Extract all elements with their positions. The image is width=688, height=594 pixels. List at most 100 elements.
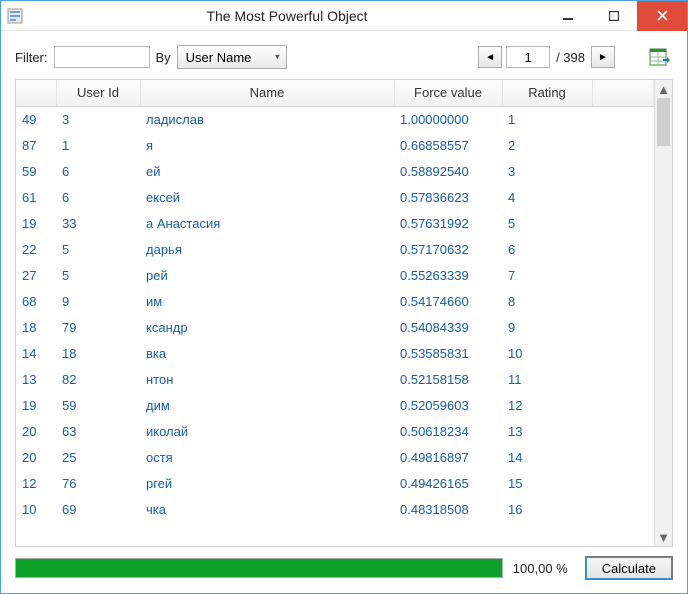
- next-page-button[interactable]: ►: [591, 46, 615, 68]
- cell-force: 0.54174660: [394, 288, 502, 314]
- cell-force: 0.53585831: [394, 340, 502, 366]
- cell-force: 0.57170632: [394, 236, 502, 262]
- cell-empty: [592, 496, 654, 522]
- titlebar[interactable]: The Most Powerful Object: [1, 1, 687, 31]
- cell-empty: [592, 418, 654, 444]
- pager: ◄ / 398 ►: [478, 46, 615, 68]
- minimize-icon: [563, 11, 573, 21]
- table-row[interactable]: 2063иколай0.5061823413: [16, 418, 654, 444]
- table-row[interactable]: 493ладислав1.000000001: [16, 106, 654, 132]
- cell-empty: [592, 262, 654, 288]
- cell-userid: 76: [56, 470, 140, 496]
- table-row[interactable]: 1933а Анастасия0.576319925: [16, 210, 654, 236]
- cell-force: 0.57631992: [394, 210, 502, 236]
- cell-name: рей: [140, 262, 394, 288]
- cell-empty: [592, 392, 654, 418]
- table-row[interactable]: 616ексей0.578366234: [16, 184, 654, 210]
- cell-userid: 3: [56, 106, 140, 132]
- cell-force: 0.52158158: [394, 366, 502, 392]
- cell-force: 0.55263339: [394, 262, 502, 288]
- col-header-index[interactable]: [16, 80, 56, 106]
- cell-name: ладислав: [140, 106, 394, 132]
- cell-empty: [592, 236, 654, 262]
- cell-index: 68: [16, 288, 56, 314]
- filter-input[interactable]: [54, 46, 150, 68]
- cell-name: нтон: [140, 366, 394, 392]
- cell-userid: 69: [56, 496, 140, 522]
- arrow-left-icon: ◄: [485, 52, 495, 63]
- cell-empty: [592, 158, 654, 184]
- table-row[interactable]: 871я0.668585572: [16, 132, 654, 158]
- maximize-button[interactable]: [591, 1, 637, 31]
- cell-userid: 82: [56, 366, 140, 392]
- scrollbar-track[interactable]: [655, 98, 672, 528]
- content-area: Filter: By User Name ▾ ◄ / 398 ►: [1, 31, 687, 593]
- cell-index: 13: [16, 366, 56, 392]
- table-row[interactable]: 1069чка0.4831850816: [16, 496, 654, 522]
- table-row[interactable]: 1418вка0.5358583110: [16, 340, 654, 366]
- col-header-userid[interactable]: User Id: [56, 80, 140, 106]
- cell-index: 18: [16, 314, 56, 340]
- cell-name: я: [140, 132, 394, 158]
- table-row[interactable]: 596ей0.588925403: [16, 158, 654, 184]
- col-header-force[interactable]: Force value: [394, 80, 502, 106]
- cell-name: им: [140, 288, 394, 314]
- table-header-row: User Id Name Force value Rating: [16, 80, 654, 106]
- by-label: By: [156, 50, 171, 65]
- cell-name: остя: [140, 444, 394, 470]
- table-row[interactable]: 1276ргей0.4942616515: [16, 470, 654, 496]
- cell-userid: 6: [56, 158, 140, 184]
- close-icon: [657, 10, 668, 21]
- table-row[interactable]: 1959дим0.5205960312: [16, 392, 654, 418]
- cell-force: 0.58892540: [394, 158, 502, 184]
- chevron-down-icon: ▼: [657, 530, 670, 545]
- cell-userid: 9: [56, 288, 140, 314]
- calculate-button[interactable]: Calculate: [585, 556, 673, 580]
- cell-rating: 4: [502, 184, 592, 210]
- app-icon: [1, 8, 29, 24]
- chevron-up-icon: ▲: [657, 82, 670, 97]
- page-total: / 398: [554, 50, 587, 65]
- cell-rating: 11: [502, 366, 592, 392]
- scrollbar-thumb[interactable]: [657, 98, 670, 146]
- cell-index: 12: [16, 470, 56, 496]
- prev-page-button[interactable]: ◄: [478, 46, 502, 68]
- cell-empty: [592, 106, 654, 132]
- cell-rating: 14: [502, 444, 592, 470]
- cell-index: 59: [16, 158, 56, 184]
- vertical-scrollbar[interactable]: ▲ ▼: [654, 80, 672, 546]
- scroll-down-button[interactable]: ▼: [655, 528, 672, 546]
- table-row[interactable]: 2025остя0.4981689714: [16, 444, 654, 470]
- close-button[interactable]: [637, 1, 687, 31]
- page-input[interactable]: [506, 46, 550, 68]
- col-header-rating[interactable]: Rating: [502, 80, 592, 106]
- cell-empty: [592, 184, 654, 210]
- col-header-empty: [592, 80, 654, 106]
- cell-index: 14: [16, 340, 56, 366]
- table-row[interactable]: 1879ксандр0.540843399: [16, 314, 654, 340]
- table-row[interactable]: 225дарья0.571706326: [16, 236, 654, 262]
- cell-rating: 16: [502, 496, 592, 522]
- table-row[interactable]: 275рей0.552633397: [16, 262, 654, 288]
- table: User Id Name Force value Rating 4 9 3ладис…: [16, 80, 654, 522]
- cell-rating: 1: [502, 106, 592, 132]
- cell-userid: 63: [56, 418, 140, 444]
- col-header-name[interactable]: Name: [140, 80, 394, 106]
- cell-index: 20: [16, 418, 56, 444]
- table-row[interactable]: 689им0.541746608: [16, 288, 654, 314]
- table-row[interactable]: 1382нтон0.5215815811: [16, 366, 654, 392]
- data-grid: User Id Name Force value Rating 4 9 3ладис…: [15, 79, 673, 547]
- toolbar: Filter: By User Name ▾ ◄ / 398 ►: [15, 43, 673, 71]
- cell-index: 27: [16, 262, 56, 288]
- cell-index: 61: [16, 184, 56, 210]
- filter-by-select[interactable]: User Name ▾: [177, 45, 287, 69]
- scroll-up-button[interactable]: ▲: [655, 80, 672, 98]
- cell-index: 19: [16, 392, 56, 418]
- export-excel-button[interactable]: [645, 43, 673, 71]
- chevron-down-icon: ▾: [275, 52, 280, 63]
- cell-empty: [592, 470, 654, 496]
- minimize-button[interactable]: [545, 1, 591, 31]
- cell-rating: 7: [502, 262, 592, 288]
- cell-empty: [592, 288, 654, 314]
- cell-rating: 9: [502, 314, 592, 340]
